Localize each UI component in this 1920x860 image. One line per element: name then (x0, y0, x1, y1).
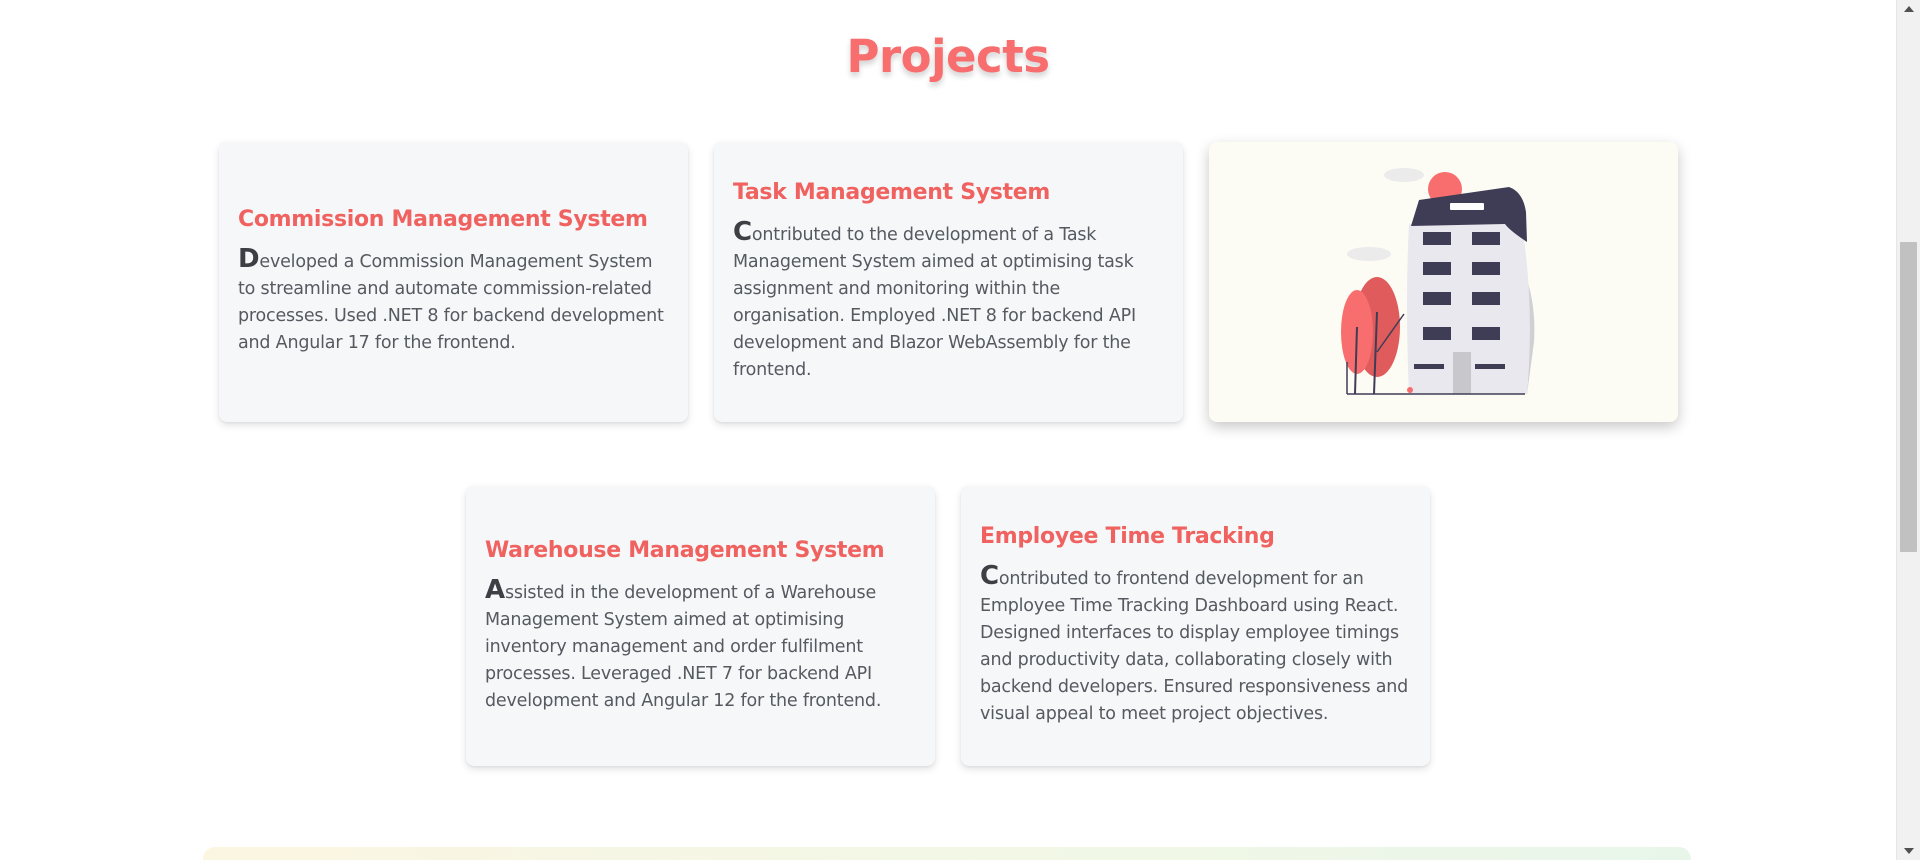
project-title: Task Management System (733, 180, 1051, 205)
project-card-time-tracking: Employee Time Tracking Contributed to fr… (961, 486, 1430, 766)
project-title: Commission Management System (238, 207, 648, 232)
drop-cap: C (733, 217, 752, 247)
project-description: Assisted in the development of a Warehou… (485, 574, 917, 715)
office-building-icon (1341, 168, 1535, 395)
drop-cap: C (980, 561, 999, 591)
project-card-warehouse: Warehouse Management System Assisted in … (466, 486, 935, 766)
scroll-down-icon[interactable] (1897, 842, 1920, 860)
project-text: ontributed to the development of a Task … (733, 225, 1136, 380)
vertical-scrollbar[interactable] (1896, 0, 1920, 860)
project-text: ssisted in the development of a Warehous… (485, 582, 882, 711)
project-illustration-card (1209, 142, 1678, 422)
project-card-commission: Commission Management System Developed a… (219, 142, 688, 422)
project-text: ontributed to frontend development for a… (980, 569, 1409, 724)
drop-cap: A (485, 574, 505, 605)
project-title: Warehouse Management System (485, 537, 885, 563)
project-text: eveloped a Commission Management System … (238, 252, 664, 353)
page: Projects Commission Management System De… (0, 0, 1920, 860)
next-section-edge (203, 847, 1691, 860)
project-description: Contributed to frontend development for … (980, 563, 1412, 728)
project-card-task: Task Management System Contributed to th… (714, 142, 1183, 422)
drop-cap: D (238, 244, 260, 274)
project-description: Contributed to the development of a Task… (733, 219, 1165, 384)
scroll-up-icon[interactable] (1897, 0, 1920, 18)
scrollbar-thumb[interactable] (1900, 242, 1917, 552)
project-title: Employee Time Tracking (980, 524, 1275, 549)
project-description: Developed a Commission Management System… (238, 246, 670, 357)
section-title: Projects (846, 30, 1050, 83)
